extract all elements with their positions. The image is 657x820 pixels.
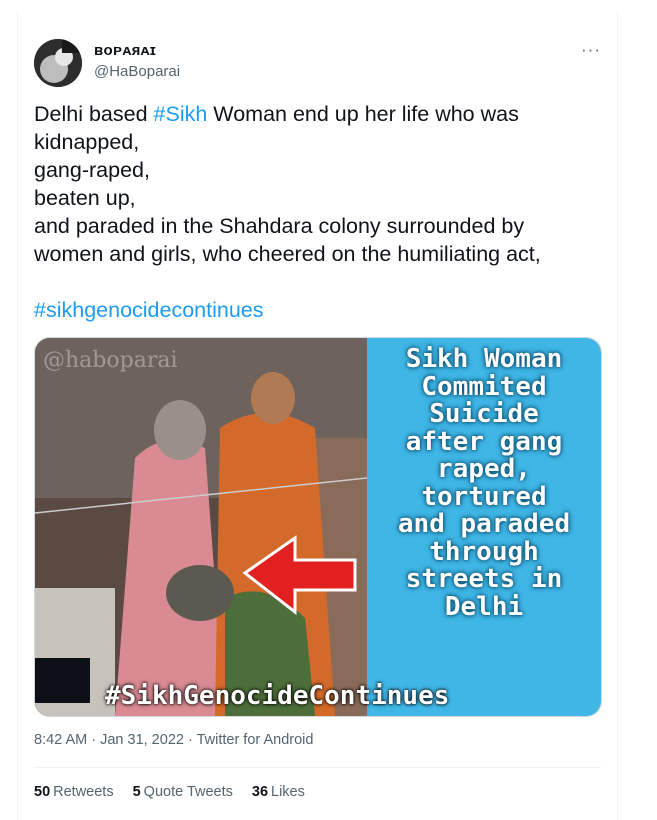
tweet-text-segment: Woman end up her life who was: [207, 102, 519, 126]
overlay-line: Commited: [421, 371, 547, 402]
retweets-label: Retweets: [53, 784, 114, 800]
media-thumbnail: [35, 658, 90, 703]
quote-tweets-stat[interactable]: 5 Quote Tweets: [133, 784, 233, 800]
tweet-source[interactable]: Twitter for Android: [197, 732, 314, 748]
avatar-image: [34, 39, 82, 87]
overlay-line: Sikh Woman: [405, 344, 563, 374]
tweet-card: ʙᴏᴘᴀяᴀɪ @HaBoparai ··· Delhi based #Sikh…: [17, 12, 618, 820]
retweets-stat[interactable]: 50 Retweets: [34, 784, 114, 800]
tweet-text: Delhi based #Sikh Woman end up her life …: [34, 100, 604, 324]
overlay-line: Delhi: [444, 591, 524, 622]
media-bottom-hashtag: #SikhGenocideContinues: [105, 681, 450, 711]
meta-separator: ·: [183, 732, 197, 748]
overlay-line: Suicide: [429, 399, 539, 429]
media-photo: @haboparai: [35, 338, 368, 716]
tweet-line-4: beaten up,: [34, 186, 136, 210]
likes-count: 36: [251, 784, 269, 800]
tweet-text-segment: Delhi based: [34, 102, 154, 126]
overlay-line: and paraded: [397, 509, 571, 539]
hashtag-sikhgenocidecontinues[interactable]: #sikhgenocidecontinues: [34, 296, 604, 324]
tweet-timestamp: 8:42 AM · Jan 31, 2022 · Twitter for And…: [34, 732, 313, 748]
media-watermark: @haboparai: [43, 348, 178, 373]
overlay-line: tortured: [421, 481, 547, 512]
tweet-line-2: kidnapped,: [34, 130, 140, 154]
likes-label: Likes: [271, 784, 305, 800]
tweet-media[interactable]: @haboparai Sikh Woman Commited Suicide a…: [34, 337, 602, 717]
retweets-count: 50: [34, 784, 51, 800]
overlay-line: through: [429, 536, 539, 567]
media-text-panel: Sikh Woman Commited Suicide after gang r…: [367, 338, 601, 716]
tweet-line-3: gang-raped,: [34, 158, 150, 182]
tweet-date[interactable]: Jan 31, 2022: [100, 732, 184, 748]
likes-stat[interactable]: 36 Likes: [252, 784, 305, 800]
quote-tweets-label: Quote Tweets: [143, 784, 233, 800]
tweet-line-6: women and girls, who cheered on the humi…: [34, 242, 541, 266]
hashtag-sikh[interactable]: #Sikh: [154, 102, 208, 126]
engagement-stats: 50 Retweets 5 Quote Tweets 36 Likes: [34, 784, 305, 800]
quote-tweets-count: 5: [132, 784, 141, 800]
overlay-line: after gang: [405, 426, 563, 457]
overlay-line: streets in: [405, 564, 563, 594]
overlay-line: raped,: [437, 454, 531, 484]
tweet-line-1: Delhi based #Sikh Woman end up her life …: [34, 100, 604, 128]
avatar[interactable]: [34, 39, 82, 87]
tweet-time[interactable]: 8:42 AM: [34, 732, 87, 748]
author-handle[interactable]: @HaBoparai: [94, 63, 180, 80]
media-overlay-text: Sikh Woman Commited Suicide after gang r…: [367, 344, 601, 622]
author-display-name[interactable]: ʙᴏᴘᴀяᴀɪ: [94, 42, 156, 59]
more-options-icon[interactable]: ···: [581, 40, 601, 60]
tweet-line-5: and paraded in the Shahdara colony surro…: [34, 214, 525, 238]
divider: [34, 767, 601, 768]
meta-separator: ·: [87, 732, 101, 748]
